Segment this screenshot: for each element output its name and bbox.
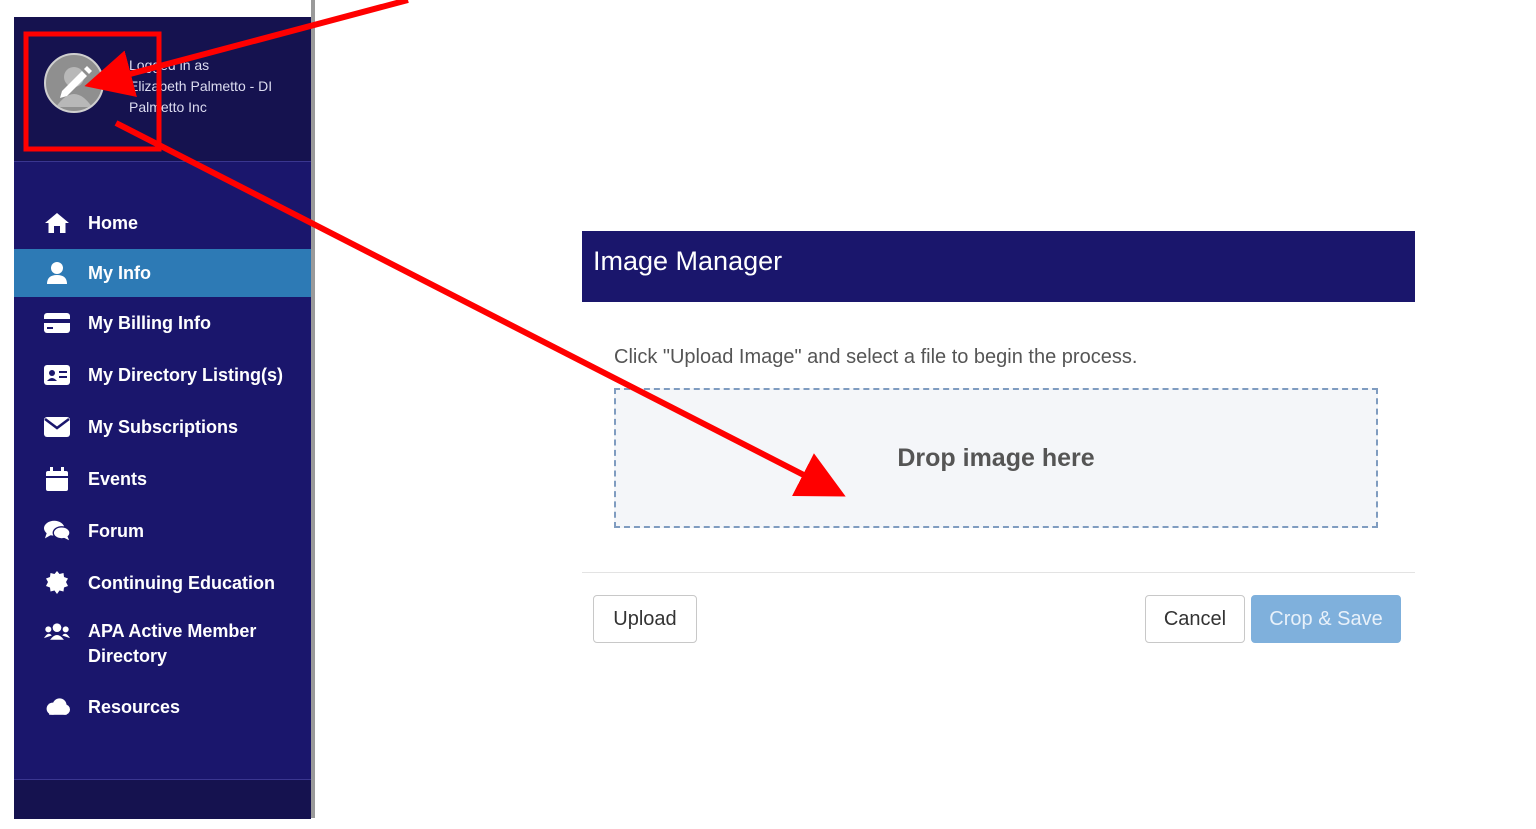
sidebar-item-label: My Subscriptions	[88, 416, 239, 437]
sidebar: Logged in as Elizabeth Palmetto - DI Pal…	[14, 17, 311, 819]
user-name: Elizabeth Palmetto - DI Palmetto Inc	[129, 78, 273, 115]
sidebar-item-my-info[interactable]: My Info	[14, 249, 311, 297]
sidebar-item-label: Home	[88, 212, 139, 233]
sidebar-item-resources[interactable]: Resources	[14, 681, 311, 733]
dropzone-label: Drop image here	[897, 443, 1095, 472]
sidebar-item-label: My Billing Info	[88, 312, 211, 333]
dialog-title: Image Manager	[593, 246, 783, 276]
sidebar-item-member-directory[interactable]: APA Active Member Directory	[14, 609, 311, 681]
cancel-button[interactable]: Cancel	[1145, 595, 1245, 643]
home-icon	[44, 210, 70, 236]
sidebar-item-billing[interactable]: My Billing Info	[14, 297, 311, 349]
upload-button[interactable]: Upload	[593, 595, 697, 643]
sidebar-nav: Home My Info My Billing Info My Director…	[14, 197, 311, 733]
calendar-icon	[44, 466, 70, 492]
certificate-icon	[44, 570, 70, 596]
sidebar-item-events[interactable]: Events	[14, 453, 311, 505]
sidebar-item-label: My Directory Listing(s)	[88, 364, 284, 385]
id-card-icon	[44, 362, 70, 388]
logged-in-label: Logged in as	[129, 57, 210, 73]
image-dropzone[interactable]: Drop image here	[614, 388, 1378, 528]
login-info: Logged in as Elizabeth Palmetto - DI Pal…	[129, 55, 299, 118]
user-silhouette-icon	[56, 66, 92, 107]
credit-card-icon	[44, 310, 70, 336]
envelope-icon	[44, 414, 70, 440]
dialog-header: Image Manager	[582, 231, 1415, 302]
avatar-edit-button[interactable]	[44, 53, 104, 113]
upload-instructions: Click "Upload Image" and select a file t…	[614, 346, 1138, 368]
comments-icon	[44, 518, 70, 544]
profile-panel: Logged in as Elizabeth Palmetto - DI Pal…	[14, 17, 311, 162]
sidebar-item-directory-listing[interactable]: My Directory Listing(s)	[14, 349, 311, 401]
image-manager-dialog: Image Manager Click "Upload Image" and s…	[582, 231, 1415, 661]
users-icon	[44, 619, 70, 645]
cloud-icon	[44, 694, 70, 720]
page-divider	[311, 0, 315, 818]
sidebar-footer	[14, 779, 311, 819]
sidebar-item-continuing-education[interactable]: Continuing Education	[14, 557, 311, 609]
sidebar-item-label: APA Active Member Directory	[88, 621, 257, 666]
sidebar-item-label: Forum	[88, 520, 144, 541]
sidebar-item-subscriptions[interactable]: My Subscriptions	[14, 401, 311, 453]
user-icon	[44, 260, 70, 286]
crop-save-button[interactable]: Crop & Save	[1251, 595, 1401, 643]
sidebar-item-label: Events	[88, 468, 148, 489]
sidebar-item-label: Resources	[88, 696, 181, 717]
sidebar-item-label: Continuing Education	[88, 572, 275, 593]
sidebar-item-forum[interactable]: Forum	[14, 505, 311, 557]
dialog-footer-divider	[582, 572, 1415, 573]
sidebar-item-home[interactable]: Home	[14, 197, 311, 249]
sidebar-item-label: My Info	[88, 262, 151, 283]
